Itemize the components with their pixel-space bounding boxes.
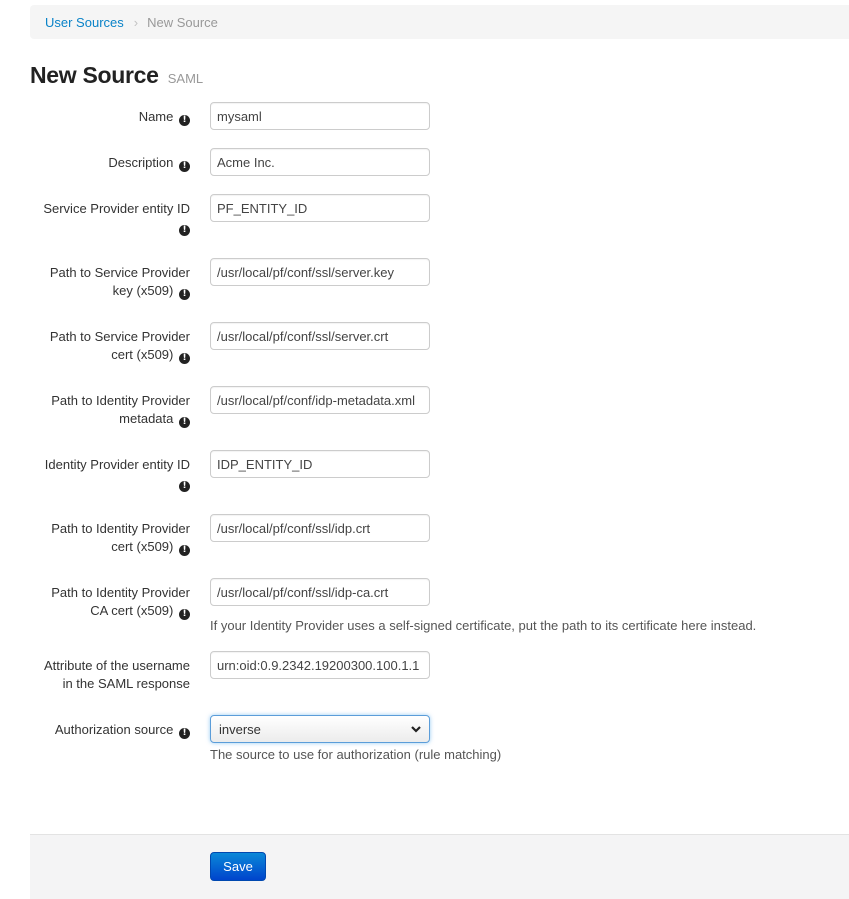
field-label: Path to Identity Provider metadata ! [20,392,190,428]
field-label: Path to Service Provider key (x509) ! [20,264,190,300]
info-icon[interactable]: ! [179,728,190,739]
field-label: Path to Service Provider cert (x509) ! [20,328,190,364]
sp-cert-path-input[interactable] [210,322,430,350]
field-label-text: Path to Identity Provider [51,585,190,600]
sp-key-path-input[interactable] [210,258,430,286]
info-icon[interactable]: ! [179,289,190,300]
field-label-text: Path to Service Provider [49,329,190,344]
field-label-text-2: metadata [119,411,174,426]
page-title: New Source SAML [30,62,203,89]
breadcrumb-current: New Source [147,14,218,30]
field-label-text-2: key (x509) [112,283,174,298]
info-icon[interactable]: ! [179,161,190,172]
field-label-text-2: CA cert (x509) [90,603,174,618]
idp-cert-path-input[interactable] [210,514,430,542]
info-icon[interactable]: ! [179,225,190,236]
field-label-text: Path to Identity Provider [51,393,190,408]
field-label: Path to Identity Provider CA cert (x509) … [20,584,190,620]
field-label-text: Path to Service Provider [49,265,190,280]
info-icon[interactable]: ! [179,115,190,126]
info-icon[interactable]: ! [179,609,190,620]
authorization-source-selected: inverse [219,721,261,737]
description-input[interactable] [210,148,430,176]
idp-entity-id-input[interactable] [210,450,430,478]
info-icon[interactable]: ! [179,545,190,556]
info-icon[interactable]: ! [179,481,190,492]
field-label-text: Path to Identity Provider [51,521,190,536]
authorization-source-help-text: The source to use for authorization (rul… [210,747,502,762]
field-label-text-2: in the SAML response [62,676,190,691]
username-attribute-input[interactable] [210,651,430,679]
save-button[interactable]: Save [210,852,266,881]
breadcrumb-separator-icon: › [133,14,139,30]
info-icon[interactable]: ! [179,417,190,428]
authorization-source-select[interactable]: inverse [210,715,430,743]
field-label: Name ! [20,108,190,126]
idp-ca-cert-path-input[interactable] [210,578,430,606]
field-label: Service Provider entity ID! [20,200,190,236]
info-icon[interactable]: ! [179,353,190,364]
field-label: Description ! [20,154,190,172]
sp-entity-id-input[interactable] [210,194,430,222]
idp-ca-cert-help-text: If your Identity Provider uses a self-si… [210,618,757,633]
field-label: Identity Provider entity ID! [20,456,190,492]
field-label-text: Identity Provider entity ID [44,457,190,472]
field-label-text: Name [138,109,174,124]
field-label: Authorization source ! [20,721,190,739]
breadcrumb: User Sources › New Source [30,5,849,39]
field-label-text-2: cert (x509) [111,539,174,554]
field-label-text: Service Provider entity ID [43,201,190,216]
field-label-text: Description [108,155,174,170]
field-label-text: Authorization source [54,722,174,737]
field-label: Path to Identity Provider cert (x509) ! [20,520,190,556]
page-subtitle: SAML [167,71,204,86]
field-label: Attribute of the username in the SAML res… [20,657,190,693]
idp-metadata-path-input[interactable] [210,386,430,414]
form-actions: Save [30,834,849,899]
breadcrumb-user-sources-link[interactable]: User Sources [45,15,124,30]
field-label-text-2: cert (x509) [111,347,174,362]
chevron-down-icon [411,726,421,733]
field-label-text: Attribute of the username [44,658,190,673]
page-title-text: New Source [30,62,159,88]
name-input[interactable] [210,102,430,130]
